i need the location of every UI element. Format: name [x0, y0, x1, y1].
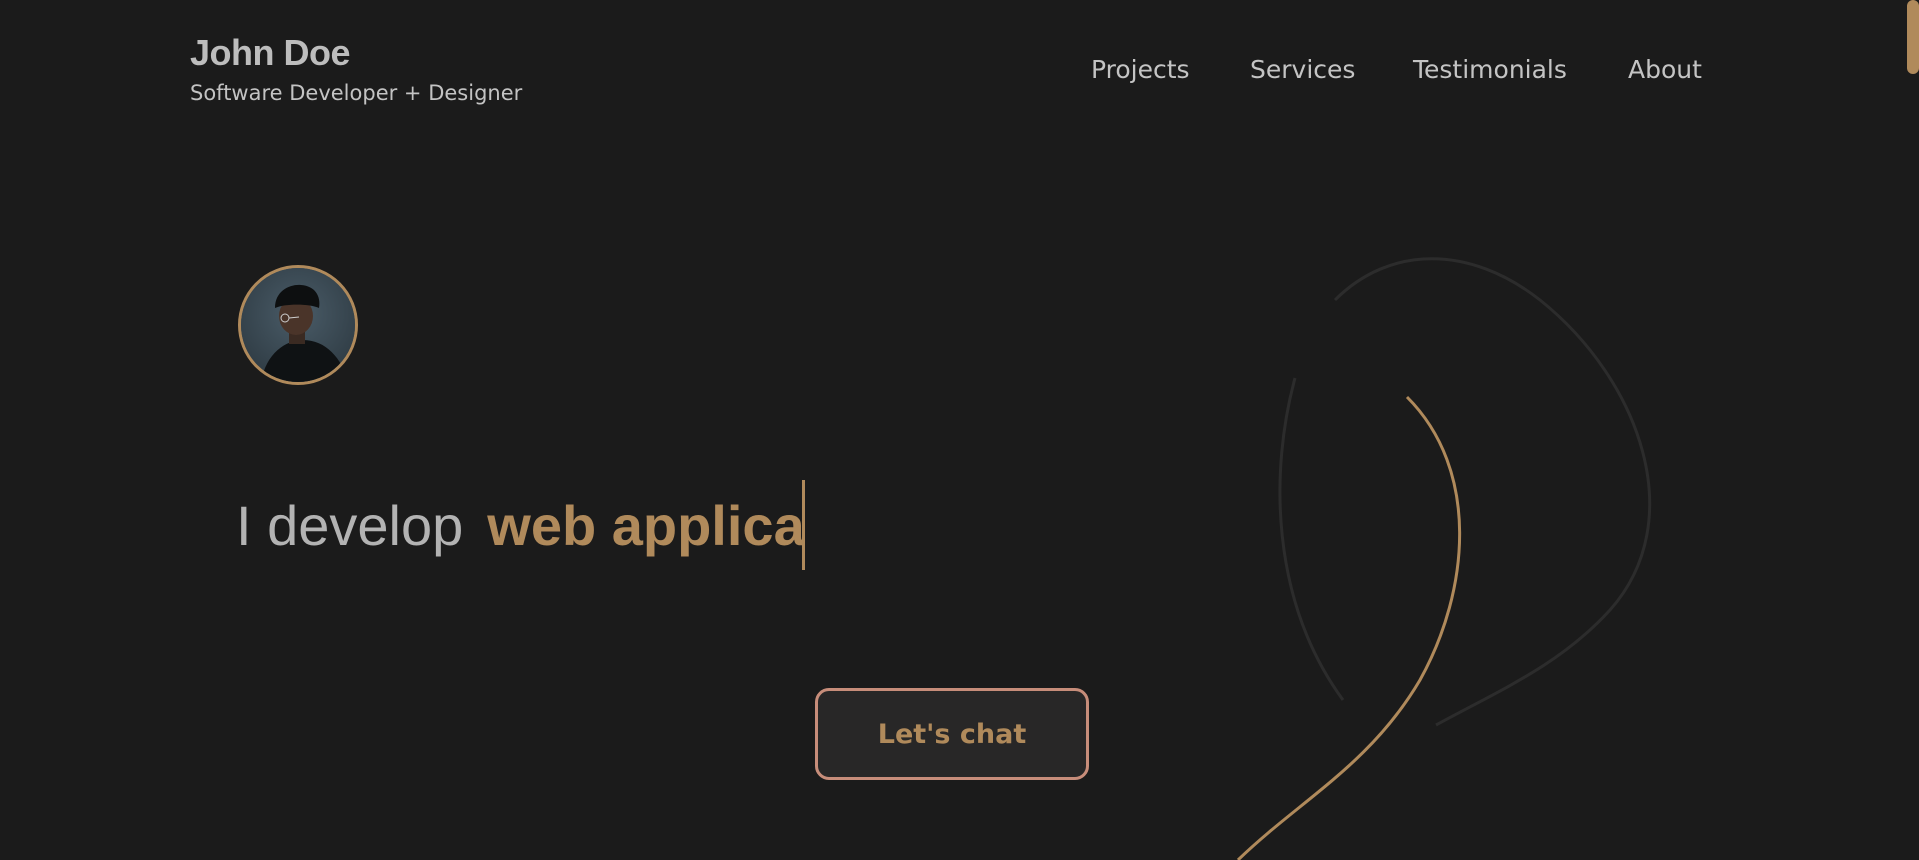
typing-caret — [802, 480, 806, 570]
scrollbar-thumb[interactable] — [1907, 0, 1919, 74]
decorative-gray-curve-outer — [1333, 257, 1652, 727]
brand: John Doe Software Developer + Designer — [190, 30, 522, 108]
hero-typed-text: web applica — [487, 493, 803, 557]
decorative-accent-curve — [1236, 395, 1462, 860]
profile-photo-icon — [241, 268, 355, 382]
nav-item-testimonials[interactable]: Testimonials — [1413, 52, 1567, 88]
scrollbar[interactable] — [1907, 0, 1919, 860]
decorative-gray-curve-inner — [1278, 377, 1345, 701]
lets-chat-button[interactable]: Let's chat — [815, 688, 1089, 780]
nav-item-services[interactable]: Services — [1250, 52, 1355, 88]
avatar — [238, 265, 358, 385]
nav-item-about[interactable]: About — [1628, 52, 1702, 88]
brand-subtitle: Software Developer + Designer — [190, 81, 523, 105]
brand-name[interactable]: John Doe — [190, 30, 522, 76]
hero-static-text: I develop — [236, 493, 464, 557]
hero-headline: I develop web applica — [236, 480, 806, 570]
nav-item-projects[interactable]: Projects — [1091, 52, 1190, 88]
